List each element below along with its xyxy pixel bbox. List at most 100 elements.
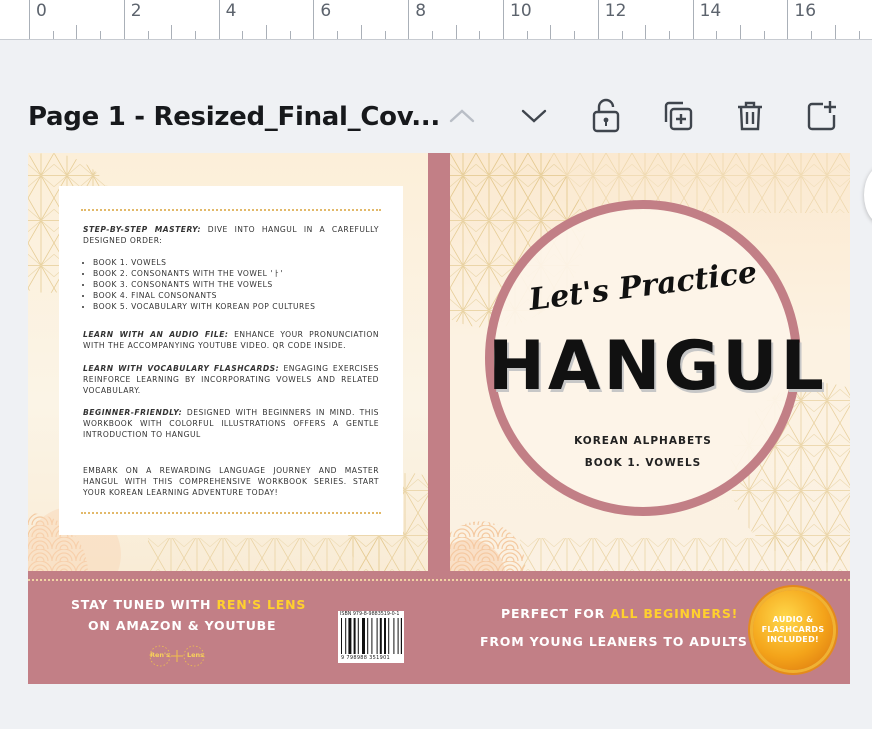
ruler-tick bbox=[360, 25, 362, 39]
ruler-tick bbox=[194, 31, 196, 39]
move-page-up-button[interactable] bbox=[442, 96, 482, 136]
barcode-bar bbox=[376, 618, 378, 654]
ruler-tick bbox=[171, 25, 173, 39]
badge-line: FLASHCARDS bbox=[761, 625, 825, 634]
duplicate-icon bbox=[664, 101, 693, 131]
ruler-tick bbox=[740, 25, 741, 39]
stay-tuned-text: STAY TUNED WITH bbox=[71, 597, 212, 612]
isbn-text: ISBN 979-8-9883519-0-1 bbox=[340, 612, 400, 617]
mastery-paragraph: STEP-BY-STEP MASTERY: DIVE INTO HANGUL I… bbox=[83, 224, 379, 246]
ruler-tick bbox=[100, 31, 102, 39]
beginner-title: BEGINNER-FRIENDLY: bbox=[83, 408, 183, 417]
ruler-label: 0 bbox=[36, 1, 47, 21]
badge-line: AUDIO & bbox=[772, 615, 814, 624]
main-title: HANGUL bbox=[488, 327, 827, 406]
ruler-tick bbox=[621, 31, 623, 39]
script-title: Let's Practice bbox=[527, 255, 759, 318]
ruler-label: 12 bbox=[604, 1, 627, 21]
ruler-tick bbox=[218, 0, 220, 39]
move-page-down-button[interactable] bbox=[514, 96, 554, 136]
flashcards-title: LEARN WITH VOCABULARY FLASHCARDS: bbox=[83, 364, 280, 373]
audio-paragraph: LEARN WITH AN AUDIO FILE: ENHANCE YOUR P… bbox=[83, 329, 379, 351]
subtitle-book: BOOK 1. VOWELS bbox=[584, 457, 702, 469]
perfect-for-line: PERFECT FOR ALL BEGINNERS! bbox=[501, 606, 738, 621]
subtitle-alphabets: KOREAN ALPHABETS bbox=[574, 435, 712, 447]
mastery-title: STEP-BY-STEP MASTERY: bbox=[83, 225, 201, 234]
barcode-bar bbox=[379, 618, 382, 654]
barcode-bar bbox=[345, 618, 347, 654]
barcode-bar bbox=[353, 618, 356, 654]
barcode-bar bbox=[388, 618, 390, 654]
add-page-icon bbox=[807, 101, 836, 131]
horizontal-ruler: 0 2 4 6 8 10 12 14 16 bbox=[0, 0, 872, 40]
page-side-handle[interactable] bbox=[864, 165, 872, 225]
all-beginners-text: ALL BEGINNERS! bbox=[610, 606, 739, 621]
perfect-for-text: PERFECT FOR bbox=[501, 606, 606, 621]
ruler-tick bbox=[574, 31, 576, 39]
ruler-tick bbox=[716, 31, 718, 39]
logo-left-text: Ren's bbox=[150, 651, 170, 659]
design-canvas[interactable]: STEP-BY-STEP MASTERY: DIVE INTO HANGUL I… bbox=[28, 153, 850, 684]
lock-page-button[interactable] bbox=[586, 96, 626, 136]
closing-paragraph: EMBARK ON A REWARDING LANGUAGE JOURNEY A… bbox=[83, 466, 379, 497]
ruler-tick bbox=[503, 0, 504, 39]
barcode-bar bbox=[348, 618, 352, 654]
book-list-item: BOOK 4. FINAL CONSONANTS bbox=[93, 290, 379, 301]
ruler-tick bbox=[266, 25, 267, 39]
barcode-bar bbox=[341, 618, 342, 654]
audio-title: LEARN WITH AN AUDIO FILE: bbox=[83, 330, 229, 339]
page-toolbar: Page 1 - Resized_Final_Cov... bbox=[28, 96, 850, 140]
ruler-tick bbox=[597, 0, 599, 39]
back-cover-description-card: STEP-BY-STEP MASTERY: DIVE INTO HANGUL I… bbox=[59, 186, 403, 535]
ruler-label: 14 bbox=[699, 1, 722, 21]
ruler-tick bbox=[431, 31, 433, 39]
book-list-item: BOOK 3. CONSONANTS WITH THE VOWELS bbox=[93, 279, 379, 290]
book-list-item: BOOK 5. VOCABULARY WITH KOREAN POP CULTU… bbox=[93, 301, 379, 312]
flashcards-paragraph: LEARN WITH VOCABULARY FLASHCARDS: ENGAGI… bbox=[83, 363, 379, 396]
beginner-paragraph: BEGINNER-FRIENDLY: DESIGNED WITH BEGINNE… bbox=[83, 407, 379, 440]
book-spine bbox=[428, 153, 450, 571]
delete-page-button[interactable] bbox=[730, 96, 770, 136]
ruler-tick bbox=[834, 25, 836, 39]
ruler-tick bbox=[384, 31, 386, 39]
included-badge: AUDIO & FLASHCARDS INCLUDED! bbox=[753, 590, 833, 670]
ruler-tick bbox=[52, 31, 54, 39]
barcode-bar bbox=[362, 618, 365, 654]
chevron-up-icon bbox=[449, 109, 475, 123]
ruler-label: 4 bbox=[225, 1, 237, 21]
add-page-button[interactable] bbox=[802, 96, 842, 136]
stay-tuned-line: STAY TUNED WITH REN'S LENS bbox=[71, 597, 306, 612]
rens-lens-logo: Ren's Lens bbox=[146, 641, 210, 671]
ruler-tick bbox=[289, 31, 291, 39]
barcode-bar bbox=[393, 618, 395, 654]
barcode-digits: 9 798988 351901 bbox=[341, 655, 391, 661]
platforms-text: ON AMAZON & YOUTUBE bbox=[88, 618, 277, 633]
ruler-tick bbox=[763, 31, 765, 39]
barcode-bar bbox=[357, 618, 359, 654]
ruler-label: 10 bbox=[510, 1, 532, 21]
isbn-barcode: ISBN 979-8-9883519-0-1 9 798988 351901 bbox=[338, 611, 404, 663]
barcode-bar bbox=[400, 618, 402, 654]
barcode-bars bbox=[341, 618, 402, 654]
ruler-label: 8 bbox=[415, 1, 427, 21]
front-cover-title-circle: Let's Practice HANGUL KOREAN ALPHABETS B… bbox=[485, 200, 827, 516]
logo-right-text: Lens bbox=[187, 651, 205, 659]
duplicate-page-button[interactable] bbox=[658, 96, 698, 136]
barcode-bar bbox=[384, 618, 386, 654]
book-list: BOOK 1. VOWELS BOOK 2. CONSONANTS WITH T… bbox=[83, 257, 379, 312]
ruler-tick bbox=[242, 31, 244, 39]
barcode-bar bbox=[367, 618, 369, 654]
bottom-dotted-line bbox=[28, 579, 850, 581]
dotted-divider-top bbox=[81, 209, 381, 211]
audience-text: FROM YOUNG LEANERS TO ADULTS bbox=[480, 634, 748, 649]
book-list-item: BOOK 1. VOWELS bbox=[93, 257, 379, 268]
barcode-bar bbox=[397, 618, 399, 654]
page-title[interactable]: Page 1 - Resized_Final_Cov... bbox=[28, 102, 440, 132]
ruler-tick bbox=[645, 25, 647, 39]
ruler-tick bbox=[858, 31, 860, 39]
badge-line: INCLUDED! bbox=[767, 635, 819, 644]
ruler-tick bbox=[692, 0, 694, 39]
ruler-tick bbox=[811, 31, 813, 39]
book-list-item: BOOK 2. CONSONANTS WITH THE VOWEL 'ㅏ' bbox=[93, 268, 379, 279]
ruler-tick bbox=[408, 0, 410, 39]
